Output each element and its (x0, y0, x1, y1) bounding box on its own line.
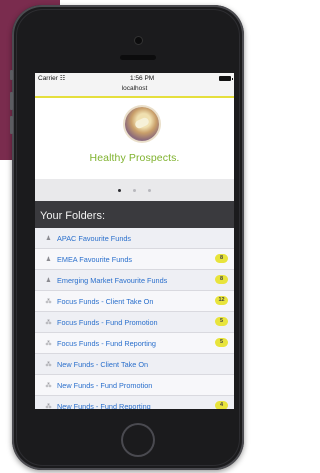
address-bar[interactable]: localhost (35, 84, 234, 98)
folder-list: ♟ APAC Favourite Funds ♟ EMEA Favourite Fun… (35, 228, 234, 409)
camera-icon (135, 37, 142, 44)
status-bar: Carrier ☷ 1:56 PM (35, 73, 234, 84)
carousel-pagination (35, 179, 234, 201)
folder-item[interactable]: ♟ EMEA Favourite Funds 8 (35, 249, 234, 270)
count-badge: 5 (215, 317, 228, 326)
brand-area: Healthy Prospects. (35, 98, 234, 179)
folder-item[interactable]: ⁂ Focus Funds - Fund Reporting 5 (35, 333, 234, 354)
count-badge: 5 (215, 338, 228, 347)
folder-label: New Funds - Fund Promotion (57, 380, 153, 390)
person-icon: ♟ (45, 256, 52, 263)
folder-label: Focus Funds - Client Take On (57, 296, 154, 306)
folder-item[interactable]: ♟ APAC Favourite Funds (35, 228, 234, 249)
share-icon: ⁂ (45, 319, 52, 326)
volume-down-button (10, 116, 13, 134)
share-icon: ⁂ (45, 361, 52, 368)
carrier-label: Carrier (38, 75, 58, 82)
folder-item[interactable]: ⁂ New Funds - Client Take On (35, 354, 234, 375)
carousel-dot[interactable] (148, 188, 151, 192)
share-icon: ⁂ (45, 403, 52, 410)
count-badge: 8 (215, 275, 228, 284)
person-icon: ♟ (45, 277, 52, 284)
folder-item[interactable]: ♟ Emerging Market Favourite Funds 8 (35, 270, 234, 291)
home-button[interactable] (121, 423, 155, 457)
share-icon: ⁂ (45, 298, 52, 305)
share-icon: ⁂ (45, 340, 52, 347)
folder-label: New Funds - Fund Reporting (57, 401, 151, 410)
brand-name: Healthy Prospects. (89, 152, 180, 164)
folder-item[interactable]: ⁂ New Funds - Fund Reporting 4 (35, 396, 234, 409)
volume-up-button (10, 92, 13, 110)
carousel-dot[interactable] (133, 188, 136, 192)
folder-item[interactable]: ⁂ New Funds - Fund Promotion (35, 375, 234, 396)
folder-label: APAC Favourite Funds (57, 233, 132, 243)
status-time: 1:56 PM (130, 75, 155, 82)
folder-label: Focus Funds - Fund Promotion (57, 317, 158, 327)
count-badge: 4 (215, 401, 228, 409)
logo-image (125, 107, 159, 141)
pills-icon (133, 116, 151, 130)
folder-label: EMEA Favourite Funds (57, 254, 133, 264)
folder-label: Emerging Market Favourite Funds (57, 275, 168, 285)
folder-label: Focus Funds - Fund Reporting (57, 338, 156, 348)
speaker-grille (120, 55, 156, 60)
person-icon: ♟ (45, 235, 52, 242)
mute-switch (10, 70, 13, 80)
app-screen: Carrier ☷ 1:56 PM localhost Healthy Pros… (35, 73, 234, 409)
battery-icon (218, 76, 233, 81)
count-badge: 12 (215, 296, 228, 305)
folder-item[interactable]: ⁂ Focus Funds - Client Take On 12 (35, 291, 234, 312)
count-badge: 8 (215, 254, 228, 263)
carousel-dot[interactable] (118, 188, 121, 192)
folder-item[interactable]: ⁂ Focus Funds - Fund Promotion 5 (35, 312, 234, 333)
folder-label: New Funds - Client Take On (57, 359, 149, 369)
share-icon: ⁂ (45, 382, 52, 389)
folders-header: Your Folders: (35, 201, 234, 228)
wifi-icon: ☷ (59, 76, 66, 82)
